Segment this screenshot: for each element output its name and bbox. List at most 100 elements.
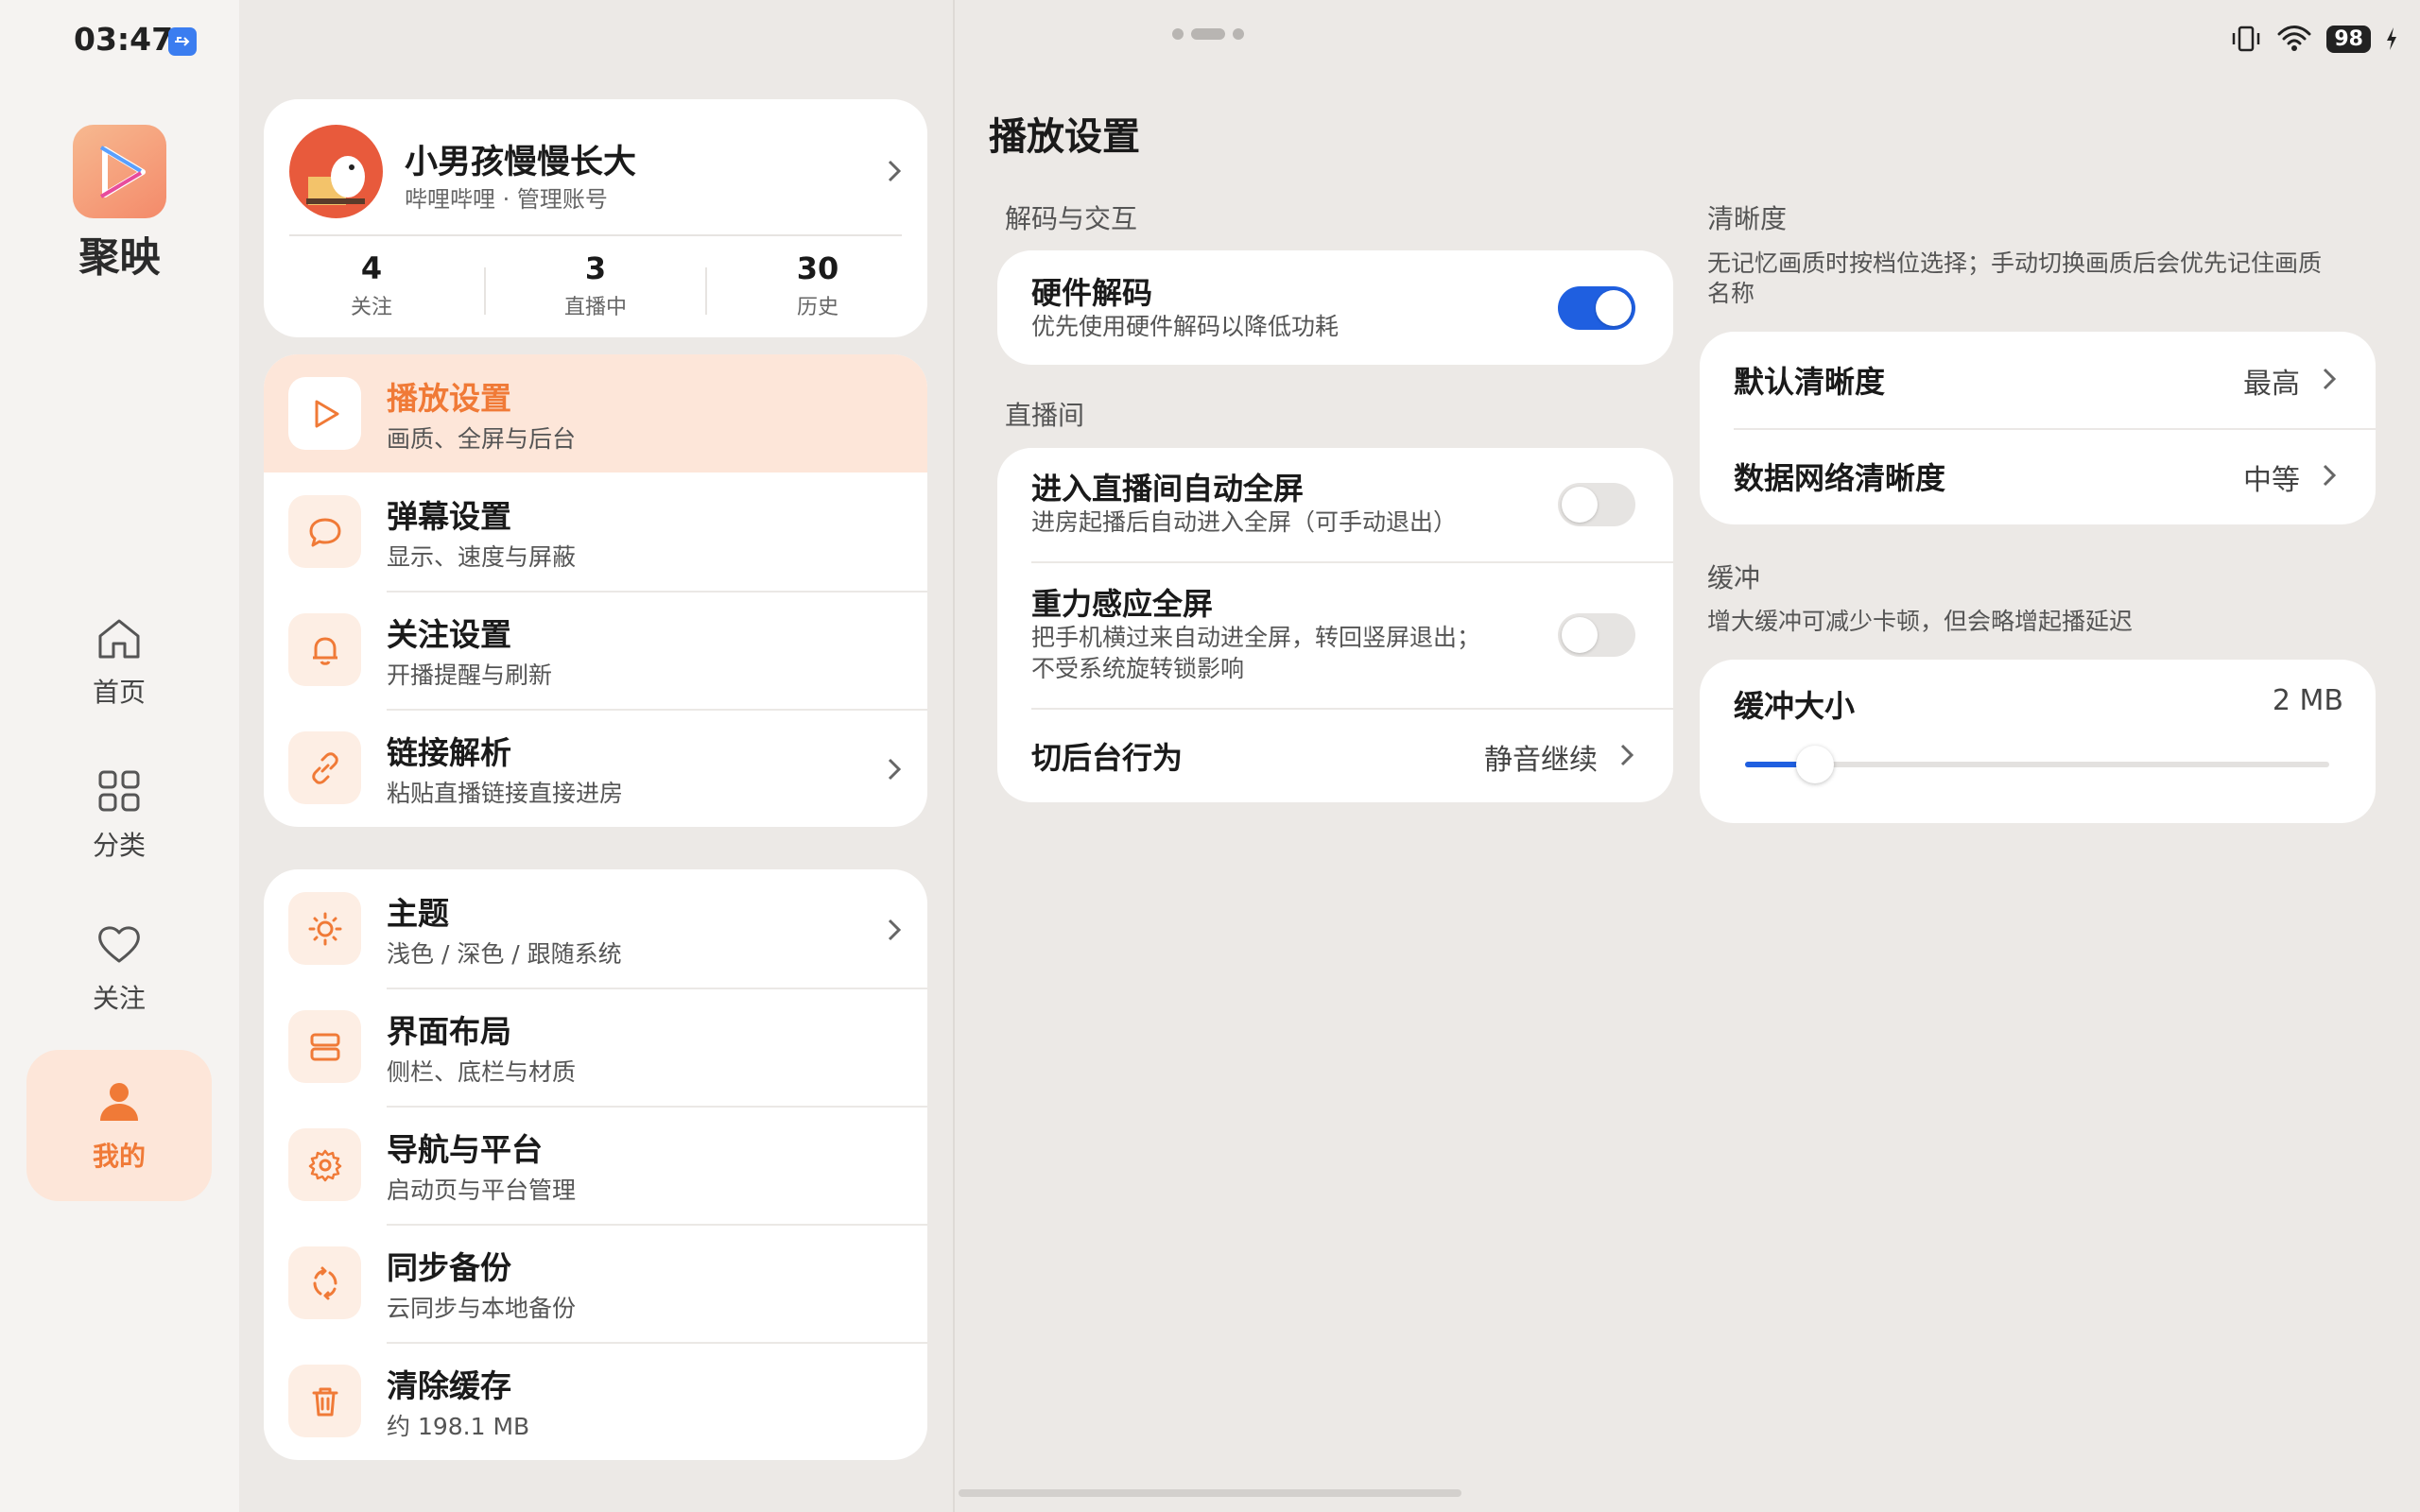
stat-live[interactable]: 3 直播中	[501, 250, 690, 320]
setting-subtitle: 进房起播后自动进入全屏（可手动退出）	[1031, 508, 1458, 536]
menu-subtitle: 启动页与平台管理	[387, 1177, 577, 1204]
trash-icon	[288, 1365, 361, 1437]
quality-description: 名称	[1707, 280, 1755, 307]
sun-icon	[288, 892, 361, 965]
setting-title: 硬件解码	[1031, 275, 1153, 311]
setting-title: 默认清晰度	[1734, 364, 1886, 400]
setting-value: 中等	[2243, 464, 2300, 497]
wifi-icon	[2277, 26, 2311, 51]
sync-icon	[288, 1246, 361, 1319]
menu-group-general: 主题 浅色 / 深色 / 跟随系统 界面布局 侧栏、底栏与材质 导航与平台 启动…	[264, 869, 927, 1460]
stat-history[interactable]: 30 历史	[723, 250, 912, 320]
nav-label: 关注	[92, 983, 146, 1014]
hw-decode-toggle[interactable]	[1558, 286, 1635, 330]
setting-title: 重力感应全屏	[1031, 586, 1214, 622]
mobile-quality-row[interactable]: 数据网络清晰度 中等	[1700, 428, 2376, 524]
stat-number: 30	[796, 250, 839, 286]
slider-thumb[interactable]	[1796, 746, 1834, 783]
multitask-dots[interactable]	[1172, 28, 1244, 40]
page-title: 播放设置	[989, 115, 1140, 159]
menu-subtitle: 显示、速度与屏蔽	[387, 543, 577, 571]
nav-label: 首页	[92, 677, 146, 708]
menu-subtitle: 开播提醒与刷新	[387, 662, 553, 689]
setting-subtitle: 把手机横过来自动进全屏，转回竖屏退出；	[1031, 624, 1481, 651]
menu-title: 播放设置	[387, 380, 511, 417]
setting-title: 缓冲大小	[1734, 688, 1856, 724]
profile-card[interactable]: 小男孩慢慢长大 哔哩哔哩 · 管理账号 4 关注 3 直播中 30 历史	[264, 99, 927, 337]
chevron-right-icon	[888, 919, 902, 941]
menu-item-sync[interactable]: 同步备份 云同步与本地备份	[264, 1224, 927, 1342]
stat-number: 4	[360, 250, 383, 286]
menu-title: 弹幕设置	[387, 498, 511, 535]
profile-subtitle: 哔哩哔哩 · 管理账号	[405, 186, 608, 213]
section-label-buffer: 缓冲	[1707, 562, 1761, 593]
link-icon	[288, 731, 361, 804]
grid-icon	[98, 770, 140, 812]
quality-description: 无记忆画质时按档位选择；手动切换画质后会优先记住画质	[1707, 249, 2323, 277]
chevron-right-icon	[2323, 368, 2337, 390]
auto-fullscreen-toggle[interactable]	[1558, 483, 1635, 526]
stat-follow[interactable]: 4 关注	[277, 250, 466, 320]
menu-title: 关注设置	[387, 616, 511, 653]
nav-category[interactable]: 分类	[26, 739, 212, 890]
heart-icon	[98, 926, 140, 963]
buffer-size-slider[interactable]	[1745, 746, 2329, 783]
menu-item-danmaku[interactable]: 弹幕设置 显示、速度与屏蔽	[264, 472, 927, 591]
menu-title: 链接解析	[387, 734, 511, 771]
setting-subtitle: 优先使用硬件解码以降低功耗	[1031, 313, 1340, 340]
stat-divider	[705, 267, 707, 315]
setting-title: 数据网络清晰度	[1734, 460, 1946, 496]
chevron-right-icon	[888, 758, 902, 781]
auto-fullscreen-row[interactable]: 进入直播间自动全屏 进房起播后自动进入全屏（可手动退出）	[997, 448, 1673, 561]
battery-level: 98	[2326, 25, 2371, 53]
chat-bubble-icon	[288, 495, 361, 568]
setting-title: 进入直播间自动全屏	[1031, 471, 1305, 507]
menu-title: 主题	[387, 895, 449, 932]
section-label-quality: 清晰度	[1707, 203, 1788, 234]
charging-icon	[2387, 27, 2396, 50]
menu-title: 同步备份	[387, 1249, 511, 1286]
home-icon	[98, 619, 140, 659]
menu-item-theme[interactable]: 主题 浅色 / 深色 / 跟随系统	[264, 869, 927, 988]
menu-item-navigation[interactable]: 导航与平台 启动页与平台管理	[264, 1106, 927, 1224]
menu-item-clear-cache[interactable]: 清除缓存 约 198.1 MB	[264, 1342, 927, 1460]
default-quality-row[interactable]: 默认清晰度 最高	[1700, 332, 2376, 428]
gear-icon	[288, 1128, 361, 1201]
nav-mine[interactable]: 我的	[26, 1050, 212, 1201]
chevron-right-icon	[2323, 464, 2337, 487]
nav-home[interactable]: 首页	[26, 586, 212, 737]
menu-item-link-parse[interactable]: 链接解析 粘贴直播链接直接进房	[264, 709, 927, 827]
menu-item-playback[interactable]: 播放设置 画质、全屏与后台	[264, 354, 927, 472]
avatar	[289, 125, 383, 218]
menu-item-follow-settings[interactable]: 关注设置 开播提醒与刷新	[264, 591, 927, 709]
menu-subtitle: 浅色 / 深色 / 跟随系统	[387, 940, 622, 968]
setting-value: 最高	[2243, 368, 2300, 401]
layout-icon	[288, 1010, 361, 1083]
usb-icon	[168, 27, 197, 56]
menu-subtitle: 约 198.1 MB	[387, 1413, 530, 1440]
card-live-room: 进入直播间自动全屏 进房起播后自动进入全屏（可手动退出） 重力感应全屏 把手机横…	[997, 448, 1673, 802]
stat-label: 直播中	[563, 296, 627, 319]
stat-label: 关注	[350, 296, 392, 319]
menu-item-layout[interactable]: 界面布局 侧栏、底栏与材质	[264, 988, 927, 1106]
background-behavior-row[interactable]: 切后台行为 静音继续	[997, 708, 1673, 802]
nav-label: 分类	[92, 830, 146, 861]
card-quality: 默认清晰度 最高 数据网络清晰度 中等	[1700, 332, 2376, 524]
section-label-live: 直播间	[1005, 400, 1085, 431]
gravity-fullscreen-row[interactable]: 重力感应全屏 把手机横过来自动进全屏，转回竖屏退出； 不受系统旋转锁影响	[997, 561, 1673, 694]
setting-value: 静音继续	[1484, 744, 1598, 777]
menu-subtitle: 侧栏、底栏与材质	[387, 1058, 577, 1086]
menu-subtitle: 粘贴直播链接直接进房	[387, 780, 624, 807]
nav-follow[interactable]: 关注	[26, 892, 212, 1043]
nav-label: 我的	[92, 1141, 146, 1172]
setting-title: 切后台行为	[1031, 740, 1184, 776]
menu-group-playback: 播放设置 画质、全屏与后台 弹幕设置 显示、速度与屏蔽 关注设置 开播提醒与刷新…	[264, 354, 927, 827]
bell-icon	[288, 613, 361, 686]
home-indicator[interactable]	[959, 1489, 1461, 1497]
stat-number: 3	[584, 250, 607, 286]
section-label-decode: 解码与交互	[1005, 203, 1138, 234]
buffer-description: 增大缓冲可减少卡顿，但会略增起播延迟	[1707, 608, 2134, 635]
menu-subtitle: 画质、全屏与后台	[387, 425, 577, 453]
gravity-fullscreen-toggle[interactable]	[1558, 613, 1635, 657]
person-icon	[100, 1083, 138, 1121]
